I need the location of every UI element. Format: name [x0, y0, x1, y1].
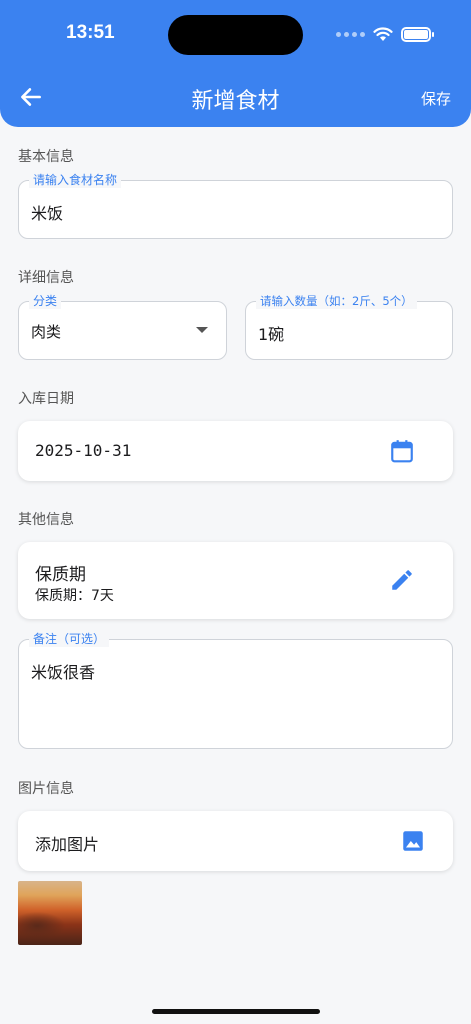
shelf-life-subtitle: 保质期：7天 [35, 588, 114, 604]
category-field-label: 分类 [29, 293, 62, 309]
app-header: 13:51 新增食材 保存 [0, 0, 471, 127]
storage-date-value: 2025-10-31 [35, 441, 132, 460]
quantity-field-value: 1碗 [258, 325, 285, 344]
food-photo-thumbnail[interactable] [18, 881, 82, 945]
section-other-label: 其他信息 [18, 512, 74, 528]
battery-icon [401, 26, 434, 42]
edit-icon[interactable] [389, 567, 415, 593]
status-icons [336, 26, 434, 42]
note-field-label: 备注（可选） [29, 631, 110, 647]
add-image-label: 添加图片 [35, 835, 100, 854]
name-field[interactable]: 请输入食材名称 米饭 [18, 172, 453, 239]
storage-date-picker[interactable]: 2025-10-31 [18, 421, 453, 481]
dynamic-island [168, 15, 303, 55]
note-field[interactable]: 备注（可选） 米饭很香 [18, 631, 453, 749]
wifi-icon [373, 27, 393, 41]
home-indicator [152, 1009, 320, 1014]
quantity-field[interactable]: 请输入数量（如：2斤、5个） 1碗 [245, 293, 453, 360]
save-button[interactable]: 保存 [421, 88, 451, 109]
add-image-button[interactable]: 添加图片 [18, 811, 453, 871]
name-field-label: 请输入食材名称 [29, 172, 122, 188]
shelf-life-title: 保质期 [35, 565, 86, 585]
status-time: 13:51 [66, 22, 115, 43]
image-icon[interactable] [400, 828, 426, 854]
dropdown-arrow-icon [196, 327, 208, 333]
page-title: 新增食材 [191, 89, 280, 114]
name-field-value: 米饭 [31, 204, 64, 223]
category-select[interactable]: 分类 肉类 [18, 293, 227, 360]
section-basic-label: 基本信息 [18, 149, 74, 165]
quantity-field-label: 请输入数量（如：2斤、5个） [256, 293, 417, 309]
category-field-value: 肉类 [31, 323, 62, 341]
section-image-label: 图片信息 [18, 781, 74, 797]
shelf-life-card[interactable]: 保质期 保质期：7天 [18, 542, 453, 619]
signal-icon [336, 31, 365, 37]
note-field-value: 米饭很香 [31, 663, 96, 682]
calendar-icon[interactable] [389, 438, 415, 464]
section-date-label: 入库日期 [18, 391, 74, 407]
section-detail-label: 详细信息 [18, 270, 74, 286]
